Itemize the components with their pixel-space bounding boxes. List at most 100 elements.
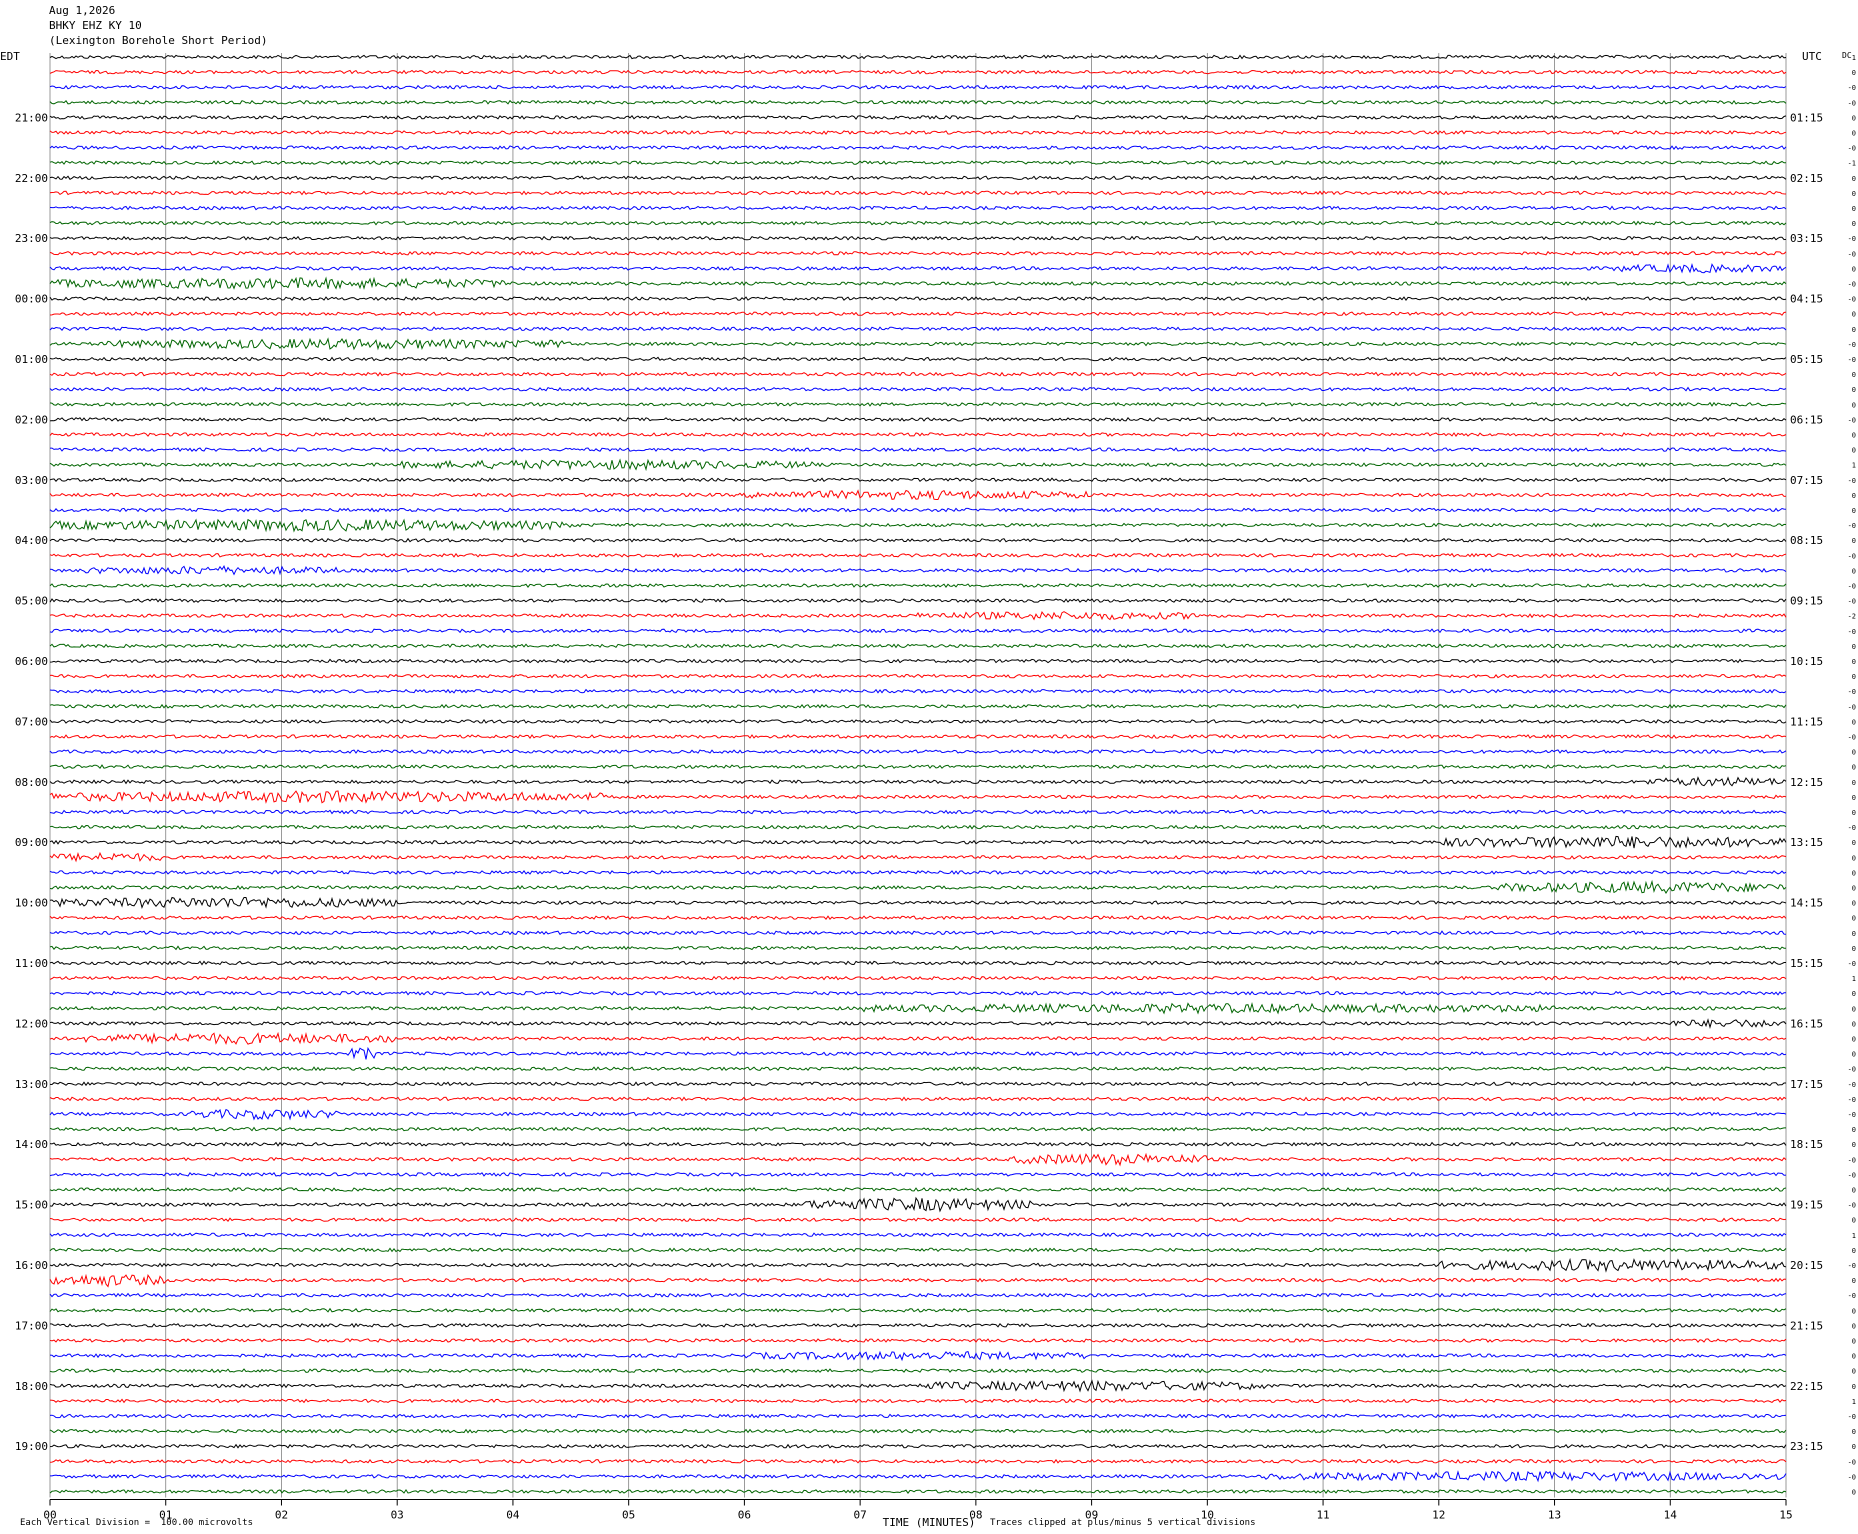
- trace-line-0: [49, 54, 1787, 60]
- dc-offset-77: 0: [1852, 1217, 1856, 1225]
- dc-offset-81: 0: [1852, 1277, 1856, 1285]
- edt-hour-label-12: 09:00: [15, 836, 48, 849]
- edt-hour-label-7: 04:00: [15, 534, 48, 547]
- trace-line-68: [49, 1081, 1786, 1087]
- trace-line-36: [49, 598, 1787, 603]
- right-timezone-label: UTC: [1802, 50, 1822, 63]
- dc-offset-29: 0: [1852, 492, 1856, 500]
- trace-line-5: [49, 130, 1787, 135]
- trace-line-66: [49, 1046, 1787, 1060]
- dc-offset-20: -0: [1848, 356, 1856, 364]
- utc-hour-label-10: 11:15: [1790, 715, 1823, 728]
- trace-line-94: [50, 1470, 1787, 1483]
- trace-line-71: [49, 1126, 1786, 1132]
- dc-offset-6: -0: [1848, 145, 1856, 153]
- trace-line-25: [49, 432, 1787, 437]
- trace-line-73: [49, 1152, 1787, 1167]
- trace-line-35: [49, 583, 1787, 588]
- trace-line-88: [49, 1379, 1787, 1393]
- dc-offset-86: 0: [1852, 1353, 1856, 1361]
- trace-line-51: [49, 824, 1787, 830]
- trace-line-65: [49, 1031, 1787, 1045]
- dc-offset-74: -0: [1848, 1171, 1856, 1179]
- utc-hour-label-2: 03:15: [1790, 232, 1823, 245]
- utc-hour-label-14: 15:15: [1790, 957, 1823, 970]
- trace-line-47: [49, 764, 1787, 770]
- utc-hour-label-22: 23:15: [1790, 1440, 1823, 1453]
- edt-hour-label-5: 02:00: [15, 413, 48, 426]
- trace-line-63: [49, 1001, 1787, 1015]
- trace-line-29: [49, 489, 1787, 500]
- dc-offset-60: -0: [1848, 960, 1856, 968]
- trace-line-74: [49, 1172, 1787, 1177]
- trace-line-81: [49, 1273, 1787, 1288]
- utc-hour-label-4: 05:15: [1790, 353, 1823, 366]
- utc-hour-label-13: 14:15: [1790, 897, 1823, 910]
- dc-offset-21: 0: [1852, 371, 1856, 379]
- dc-offset-25: 0: [1852, 432, 1856, 440]
- dc-offset-51: -0: [1848, 824, 1856, 832]
- trace-line-6: [49, 145, 1787, 151]
- edt-hour-label-18: 15:00: [15, 1199, 48, 1212]
- trace-line-83: [49, 1307, 1787, 1313]
- utc-hour-label-11: 12:15: [1790, 776, 1823, 789]
- dc-offset-36: -0: [1848, 598, 1856, 606]
- trace-line-44: [49, 718, 1787, 724]
- trace-line-15: [49, 276, 1787, 290]
- edt-hour-label-10: 07:00: [15, 715, 48, 728]
- dc-offset-27: 1: [1852, 462, 1856, 470]
- dc-offset-12: -0: [1848, 235, 1856, 243]
- trace-line-14: [49, 263, 1787, 274]
- dc-offset-7: -1: [1848, 160, 1856, 168]
- dc-offset-30: 0: [1852, 507, 1856, 515]
- utc-hour-label-5: 06:15: [1790, 413, 1823, 426]
- dc-offset-34: 0: [1852, 567, 1856, 575]
- dc-offset-55: 0: [1852, 885, 1856, 893]
- x-tick-label-03: 03: [391, 1509, 404, 1522]
- dc-offset-58: 0: [1852, 930, 1856, 938]
- edt-hour-label-15: 12:00: [15, 1017, 48, 1030]
- trace-line-58: [49, 930, 1787, 936]
- dc-offset-2: -0: [1848, 84, 1856, 92]
- x-tick-label-10: 10: [1201, 1509, 1214, 1522]
- dc-offset-68: -0: [1848, 1081, 1856, 1089]
- dc-offset-28: -0: [1848, 477, 1856, 485]
- trace-line-55: [49, 879, 1787, 894]
- dc-offset-3: -0: [1848, 99, 1856, 107]
- dc-offset-66: 0: [1852, 1051, 1856, 1059]
- trace-line-45: [49, 734, 1787, 739]
- trace-line-1: [49, 69, 1787, 75]
- utc-hour-label-18: 19:15: [1790, 1199, 1823, 1212]
- edt-hour-label-2: 23:00: [15, 232, 48, 245]
- dc-offset-52: 0: [1852, 839, 1856, 847]
- dc-offset-45: -0: [1848, 734, 1856, 742]
- trace-line-62: [49, 990, 1786, 996]
- trace-line-67: [49, 1066, 1787, 1072]
- edt-hour-label-22: 19:00: [15, 1440, 48, 1453]
- dc-offset-41: 0: [1852, 673, 1856, 681]
- utc-hour-label-12: 13:15: [1790, 836, 1823, 849]
- dc-offset-37: -2: [1848, 613, 1856, 621]
- dc-offset-9: 0: [1852, 190, 1856, 198]
- trace-line-76: [49, 1196, 1787, 1213]
- trace-line-21: [49, 371, 1787, 377]
- trace-line-59: [49, 945, 1786, 951]
- x-tick-label-09: 09: [1085, 1509, 1098, 1522]
- trace-line-32: [49, 537, 1787, 543]
- dc-offset-80: -0: [1848, 1262, 1856, 1270]
- edt-hour-label-4: 01:00: [15, 353, 48, 366]
- dc-offset-90: -0: [1848, 1413, 1856, 1421]
- dc-offset-23: 0: [1852, 401, 1856, 409]
- dc-offset-67: -0: [1848, 1066, 1856, 1074]
- dc-offset-62: 0: [1852, 990, 1856, 998]
- trace-line-40: [49, 658, 1787, 664]
- dc-offset-61: 1: [1852, 975, 1856, 983]
- edt-hour-label-6: 03:00: [15, 474, 48, 487]
- seismic-traces: [49, 54, 1787, 1494]
- utc-hour-label-9: 10:15: [1790, 655, 1823, 668]
- dc-offset-79: 0: [1852, 1247, 1856, 1255]
- trace-line-78: [49, 1232, 1787, 1238]
- trace-line-48: [49, 776, 1787, 787]
- trace-line-34: [49, 565, 1787, 576]
- trace-line-85: [49, 1338, 1787, 1343]
